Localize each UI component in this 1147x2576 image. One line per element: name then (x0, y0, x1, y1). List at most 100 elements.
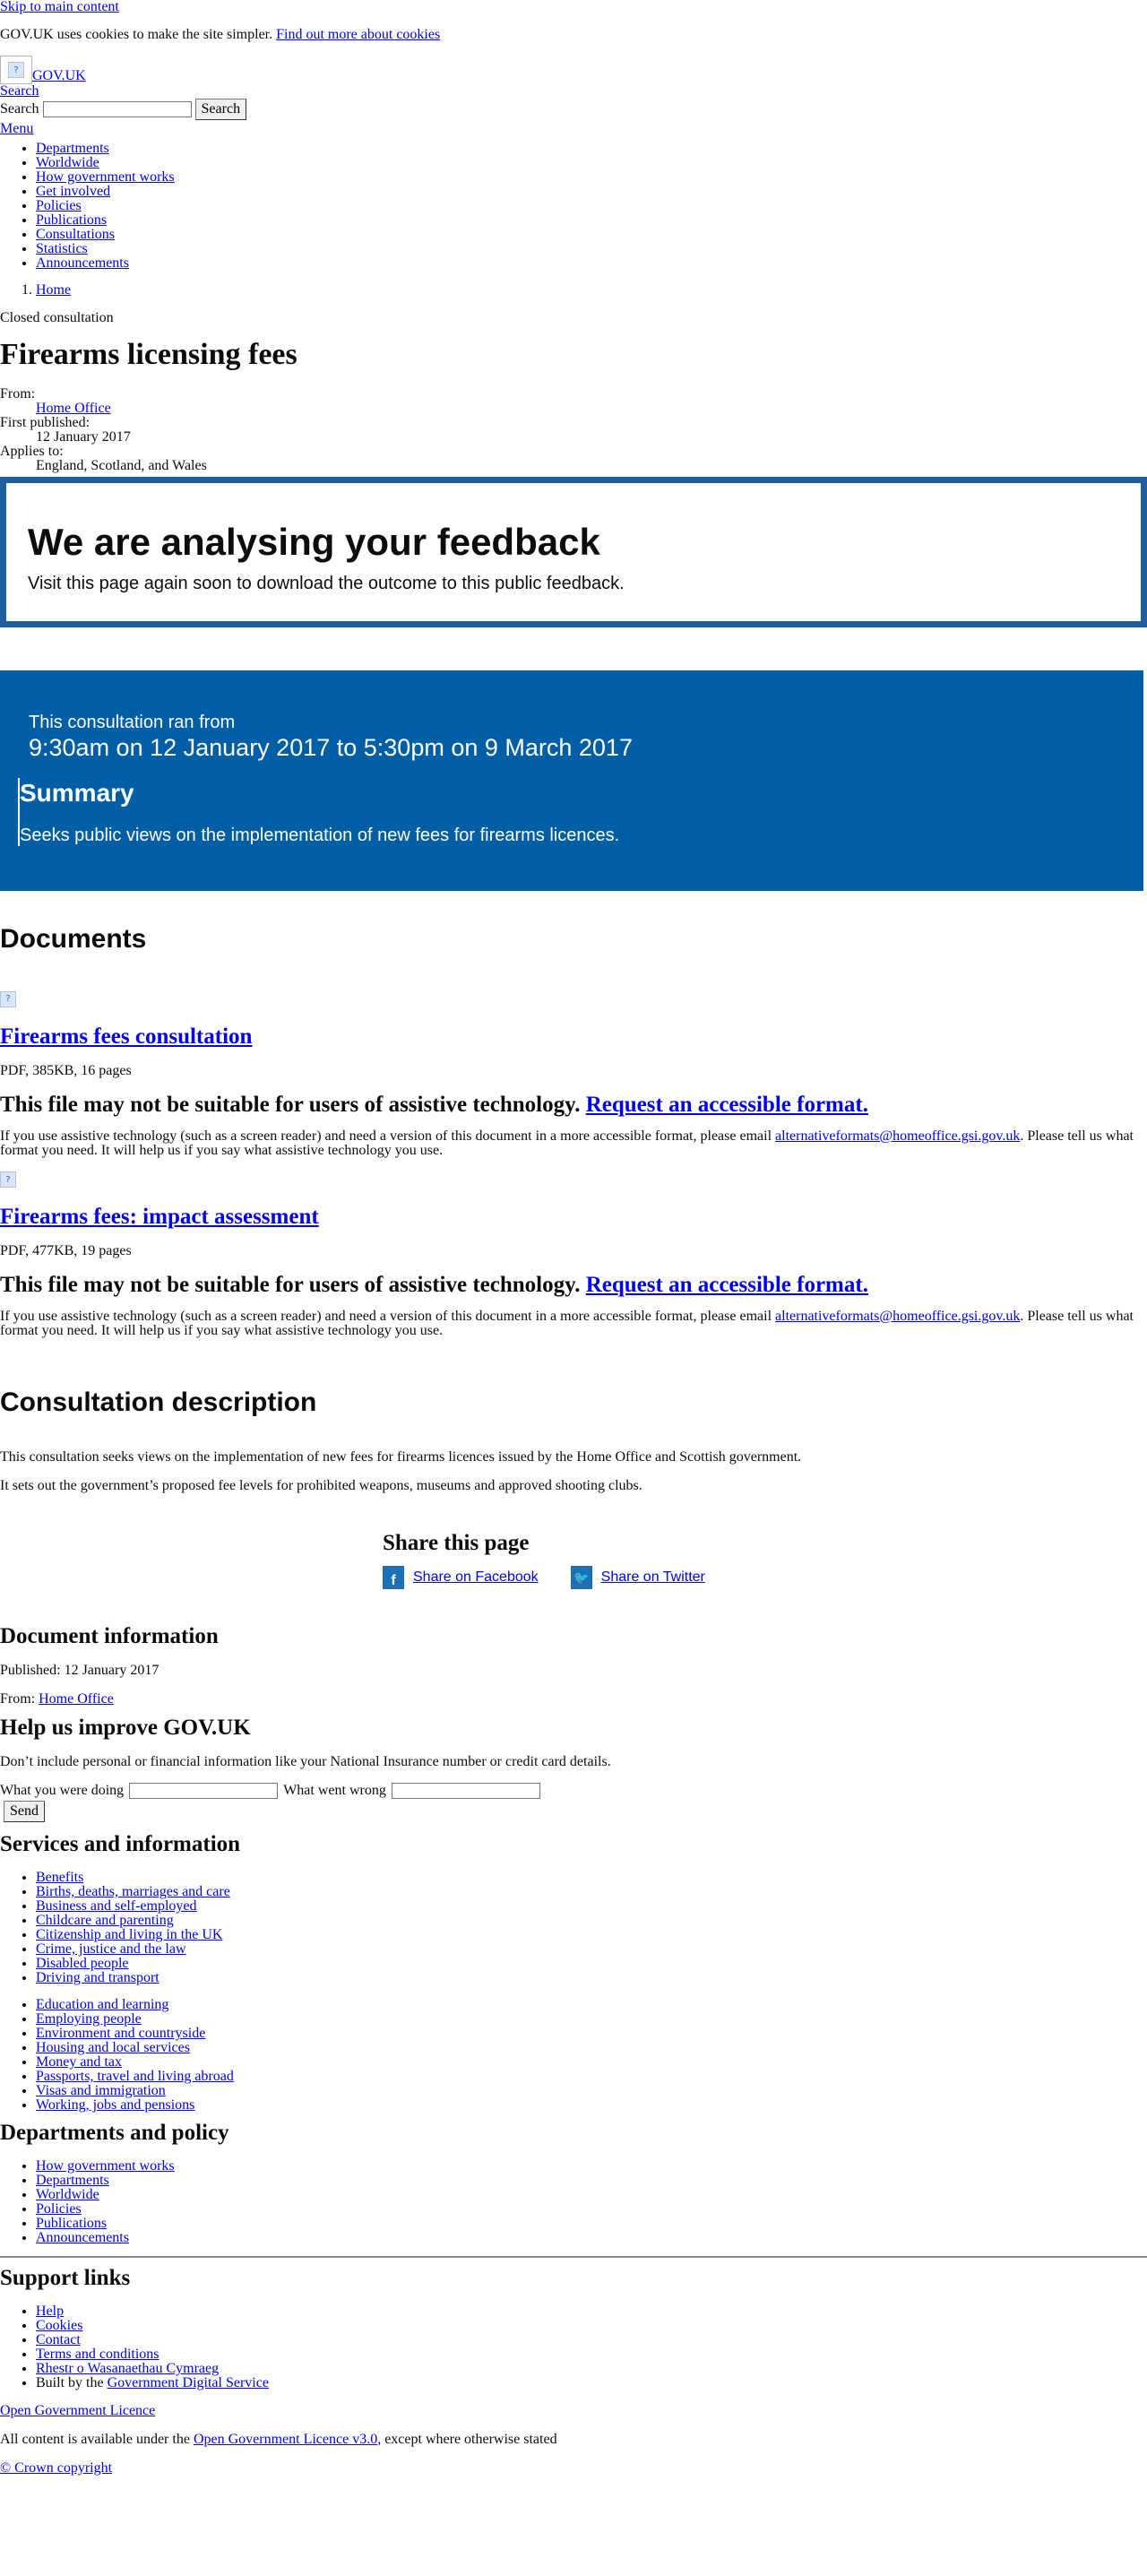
services-link[interactable]: Births, deaths, marriages and care (36, 1884, 230, 1899)
departments-heading: Departments and policy (0, 2121, 229, 2145)
share-twitter-link[interactable]: Share on Twitter (601, 1569, 705, 1586)
what-doing-input[interactable] (129, 1783, 279, 1799)
analysing-heading: We are analysing your feedback (28, 521, 600, 563)
govuk-home-link[interactable]: GOV.UK (32, 68, 86, 84)
document-item: ? Firearms fees consultation PDF, 385KB,… (0, 990, 1147, 1158)
list-item: Policies (36, 2202, 1147, 2217)
summary-heading: Summary (20, 779, 134, 807)
alternative-formats-email-link[interactable]: alternativeformats@homeoffice.gsi.gov.uk (775, 1309, 1020, 1324)
list-item: Passports, travel and living abroad (36, 2070, 1147, 2084)
list-item: Housing and local services (36, 2041, 1147, 2055)
nav-link-announcements[interactable]: Announcements (36, 255, 129, 271)
nav-link-statistics[interactable]: Statistics (36, 241, 88, 256)
list-item: Births, deaths, marriages and care (36, 1885, 1147, 1899)
ogl-v3-link[interactable]: Open Government Licence v3.0 (194, 2432, 377, 2447)
nav-link-how-government-works[interactable]: How government works (36, 169, 175, 185)
departments-link[interactable]: Announcements (36, 2230, 129, 2245)
document-thumbnail-icon: ? (0, 990, 1147, 1007)
services-link[interactable]: Education and learning (36, 1997, 168, 2012)
skip-to-main-link[interactable]: Skip to main content (0, 0, 1147, 14)
list-item: Help (36, 2304, 1147, 2319)
search-toggle-link[interactable]: Search (0, 84, 1147, 99)
ogl-link[interactable]: Open Government Licence (0, 2403, 1147, 2419)
document-info-heading: Document information (0, 1624, 219, 1648)
services-link[interactable]: Disabled people (36, 1956, 129, 1971)
support-link-contact[interactable]: Contact (36, 2332, 81, 2347)
services-link[interactable]: Business and self-employed (36, 1898, 197, 1914)
nav-link-get-involved[interactable]: Get involved (36, 184, 110, 199)
accessibility-note: If you use assistive technology (such as… (0, 1310, 1147, 1338)
description-paragraph: This consultation seeks views on the imp… (0, 1449, 802, 1465)
nav-link-consultations[interactable]: Consultations (36, 227, 115, 242)
alternative-formats-email-link[interactable]: alternativeformats@homeoffice.gsi.gov.uk (775, 1128, 1020, 1144)
document-title-link[interactable]: Firearms fees: impact assessment (0, 1205, 319, 1229)
menu-link[interactable]: Menu (0, 122, 1147, 136)
support-link-help[interactable]: Help (36, 2304, 64, 2319)
site-header: ? GOV.UK (0, 56, 1147, 84)
nav-link-departments[interactable]: Departments (36, 141, 109, 156)
services-list: Education and learning Employing people … (0, 1998, 1147, 2113)
description-paragraph: It sets out the government’s proposed fe… (0, 1478, 642, 1493)
support-link-cookies[interactable]: Cookies (36, 2318, 82, 2333)
document-from-link[interactable]: Home Office (39, 1691, 114, 1707)
analysing-feedback-notice: We are analysing your feedback Visit thi… (0, 477, 1147, 627)
organisation-link[interactable]: Home Office (36, 401, 111, 416)
breadcrumb-home-link[interactable]: Home (36, 282, 71, 298)
consultation-description-section: Consultation description This consultati… (0, 1387, 1147, 1494)
services-link[interactable]: Housing and local services (36, 2040, 190, 2055)
wrong-label: What went wrong (283, 1783, 386, 1798)
list-item: Publications (36, 2217, 1147, 2231)
services-link[interactable]: Driving and transport (36, 1970, 160, 1985)
gds-link[interactable]: Government Digital Service (108, 2375, 269, 2390)
list-item: Announcements (36, 2231, 1147, 2245)
document-title-link[interactable]: Firearms fees consultation (0, 1024, 252, 1049)
nav-link-worldwide[interactable]: Worldwide (36, 155, 99, 170)
services-link[interactable]: Working, jobs and pensions (36, 2097, 194, 2113)
share-twitter: 🐦 Share on Twitter (570, 1566, 705, 1589)
share-facebook-link[interactable]: Share on Facebook (413, 1569, 539, 1586)
send-feedback-button[interactable]: Send (4, 1801, 45, 1822)
support-link-welsh[interactable]: Rhestr o Wasanaethau Cymraeg (36, 2361, 219, 2376)
request-accessible-format-link[interactable]: Request an accessible format. (586, 1273, 868, 1297)
departments-link[interactable]: Publications (36, 2216, 107, 2231)
departments-link[interactable]: Worldwide (36, 2187, 99, 2202)
list-item: Benefits (36, 1871, 1147, 1885)
accessibility-warning-text: This file may not be suitable for users … (0, 1092, 581, 1117)
request-accessible-format-link[interactable]: Request an accessible format. (586, 1093, 868, 1117)
services-link[interactable]: Childcare and parenting (36, 1913, 174, 1928)
cookie-banner: GOV.UK uses cookies to make the site sim… (0, 27, 1147, 43)
nav-item: Policies (36, 199, 1147, 213)
list-item: Cookies (36, 2319, 1147, 2333)
search-button[interactable]: Search (194, 99, 247, 120)
services-link[interactable]: Employing people (36, 2011, 142, 2027)
services-link[interactable]: Citizenship and living in the UK (36, 1927, 222, 1942)
accessibility-note-text: If you use assistive technology (such as… (0, 1309, 772, 1324)
improve-text: Don’t include personal or financial info… (0, 1754, 611, 1769)
from-value: Home Office (36, 402, 1147, 416)
departments-link[interactable]: How government works (36, 2158, 175, 2174)
document-title: Firearms fees consultation (0, 1024, 1147, 1050)
services-link[interactable]: Passports, travel and living abroad (36, 2069, 234, 2084)
search-input[interactable] (42, 101, 192, 117)
nav-link-policies[interactable]: Policies (36, 198, 82, 213)
support-link-terms[interactable]: Terms and conditions (36, 2347, 160, 2362)
departments-link[interactable]: Departments (36, 2173, 109, 2188)
crown-copyright-link[interactable]: © Crown copyright (0, 2460, 1147, 2477)
departments-link[interactable]: Policies (36, 2201, 82, 2217)
applies-label: Applies to: (0, 444, 64, 459)
nav-item: Statistics (36, 242, 1147, 256)
documents-heading: Documents (0, 924, 147, 954)
list-item: Departments (36, 2174, 1147, 2188)
summary-text: Seeks public views on the implementation… (20, 826, 620, 845)
services-link[interactable]: Environment and countryside (36, 2026, 205, 2041)
services-link[interactable]: Benefits (36, 1870, 83, 1885)
licence-text-end: , except where otherwise stated (377, 2432, 557, 2447)
cookie-info-link[interactable]: Find out more about cookies (276, 27, 440, 42)
services-link[interactable]: Money and tax (36, 2054, 122, 2070)
services-link[interactable]: Visas and immigration (36, 2083, 166, 2098)
what-wrong-input[interactable] (391, 1783, 540, 1799)
nav-link-publications[interactable]: Publications (36, 212, 107, 228)
services-link[interactable]: Crime, justice and the law (36, 1941, 186, 1957)
consultation-date-range: 9:30am on 12 January 2017 to 5:30pm on 9… (29, 734, 633, 761)
nav-item: Consultations (36, 228, 1147, 242)
